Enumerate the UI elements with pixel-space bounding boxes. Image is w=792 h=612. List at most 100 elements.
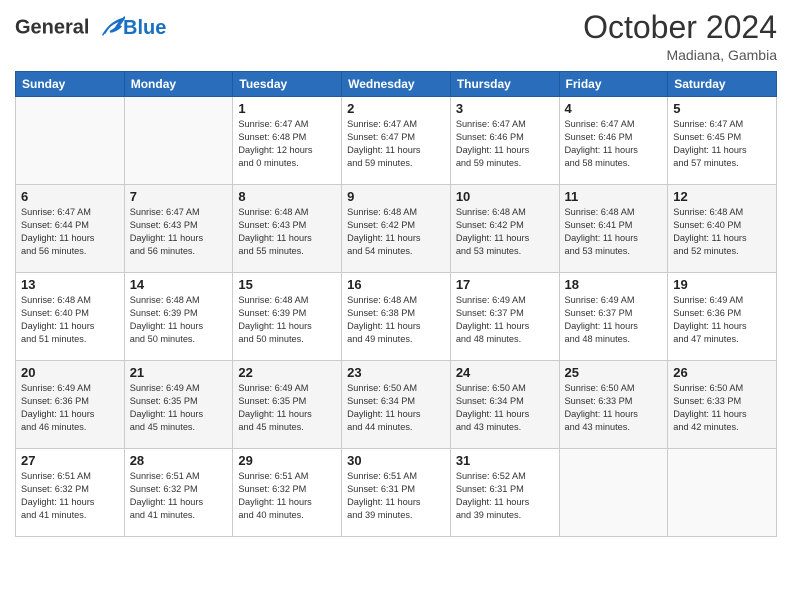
day-info: Sunrise: 6:48 AM Sunset: 6:42 PM Dayligh… — [347, 206, 445, 258]
calendar-cell: 13 Sunrise: 6:48 AM Sunset: 6:40 PM Dayli… — [16, 273, 125, 361]
day-number: 12 — [673, 189, 771, 204]
day-info: Sunrise: 6:49 AM Sunset: 6:36 PM Dayligh… — [673, 294, 771, 346]
day-info: Sunrise: 6:51 AM Sunset: 6:31 PM Dayligh… — [347, 470, 445, 522]
day-number: 17 — [456, 277, 554, 292]
calendar-cell: 5 Sunrise: 6:47 AM Sunset: 6:45 PM Daylig… — [668, 97, 777, 185]
day-header-sunday: Sunday — [16, 72, 125, 97]
calendar-cell — [559, 449, 668, 537]
day-info: Sunrise: 6:47 AM Sunset: 6:44 PM Dayligh… — [21, 206, 119, 258]
logo-bird-icon — [97, 14, 125, 42]
calendar-cell: 22Sunrise: 6:49 AM Sunset: 6:35 PM Dayli… — [233, 361, 342, 449]
day-number: 9 — [347, 189, 445, 204]
calendar-week-3: 13 Sunrise: 6:48 AM Sunset: 6:40 PM Dayli… — [16, 273, 777, 361]
calendar-cell: 8 Sunrise: 6:48 AM Sunset: 6:43 PM Daylig… — [233, 185, 342, 273]
calendar-cell: 4 Sunrise: 6:47 AM Sunset: 6:46 PM Daylig… — [559, 97, 668, 185]
day-info: Sunrise: 6:47 AM Sunset: 6:48 PM Dayligh… — [238, 118, 336, 170]
calendar-cell: 21Sunrise: 6:49 AM Sunset: 6:35 PM Dayli… — [124, 361, 233, 449]
calendar-week-2: 6 Sunrise: 6:47 AM Sunset: 6:44 PM Daylig… — [16, 185, 777, 273]
day-number: 25 — [565, 365, 663, 380]
calendar-cell: 2Sunrise: 6:47 AM Sunset: 6:47 PM Daylig… — [342, 97, 451, 185]
header: General Blue October 2024 Madiana, Gambi… — [15, 10, 777, 63]
calendar-cell: 17 Sunrise: 6:49 AM Sunset: 6:37 PM Dayli… — [450, 273, 559, 361]
month-title: October 2024 — [583, 10, 777, 45]
day-number: 14 — [130, 277, 228, 292]
day-info: Sunrise: 6:48 AM Sunset: 6:41 PM Dayligh… — [565, 206, 663, 258]
day-number: 20 — [21, 365, 119, 380]
day-info: Sunrise: 6:50 AM Sunset: 6:33 PM Dayligh… — [673, 382, 771, 434]
calendar-week-5: 27 Sunrise: 6:51 AM Sunset: 6:32 PM Dayli… — [16, 449, 777, 537]
calendar-cell: 7Sunrise: 6:47 AM Sunset: 6:43 PM Daylig… — [124, 185, 233, 273]
day-number: 27 — [21, 453, 119, 468]
calendar-cell: 24 Sunrise: 6:50 AM Sunset: 6:34 PM Dayli… — [450, 361, 559, 449]
day-number: 19 — [673, 277, 771, 292]
day-info: Sunrise: 6:50 AM Sunset: 6:33 PM Dayligh… — [565, 382, 663, 434]
logo-text-blue: Blue — [123, 17, 166, 40]
day-number: 4 — [565, 101, 663, 116]
day-number: 13 — [21, 277, 119, 292]
day-info: Sunrise: 6:47 AM Sunset: 6:46 PM Dayligh… — [456, 118, 554, 170]
calendar-cell: 9 Sunrise: 6:48 AM Sunset: 6:42 PM Daylig… — [342, 185, 451, 273]
calendar-cell: 28Sunrise: 6:51 AM Sunset: 6:32 PM Dayli… — [124, 449, 233, 537]
day-info: Sunrise: 6:47 AM Sunset: 6:45 PM Dayligh… — [673, 118, 771, 170]
day-info: Sunrise: 6:48 AM Sunset: 6:39 PM Dayligh… — [130, 294, 228, 346]
title-block: October 2024 Madiana, Gambia — [583, 10, 777, 63]
logo: General Blue — [15, 14, 166, 42]
day-info: Sunrise: 6:48 AM Sunset: 6:40 PM Dayligh… — [673, 206, 771, 258]
page: General Blue October 2024 Madiana, Gambi… — [0, 0, 792, 612]
calendar-cell: 19 Sunrise: 6:49 AM Sunset: 6:36 PM Dayli… — [668, 273, 777, 361]
day-info: Sunrise: 6:51 AM Sunset: 6:32 PM Dayligh… — [238, 470, 336, 522]
day-number: 23 — [347, 365, 445, 380]
calendar-header-row: SundayMondayTuesdayWednesdayThursdayFrid… — [16, 72, 777, 97]
calendar-cell: 3 Sunrise: 6:47 AM Sunset: 6:46 PM Daylig… — [450, 97, 559, 185]
day-info: Sunrise: 6:47 AM Sunset: 6:46 PM Dayligh… — [565, 118, 663, 170]
day-number: 5 — [673, 101, 771, 116]
day-header-friday: Friday — [559, 72, 668, 97]
calendar-cell: 16 Sunrise: 6:48 AM Sunset: 6:38 PM Dayli… — [342, 273, 451, 361]
day-number: 11 — [565, 189, 663, 204]
location-subtitle: Madiana, Gambia — [583, 47, 777, 63]
calendar-cell: 30Sunrise: 6:51 AM Sunset: 6:31 PM Dayli… — [342, 449, 451, 537]
day-number: 6 — [21, 189, 119, 204]
day-info: Sunrise: 6:47 AM Sunset: 6:43 PM Dayligh… — [130, 206, 228, 258]
day-info: Sunrise: 6:50 AM Sunset: 6:34 PM Dayligh… — [456, 382, 554, 434]
calendar-cell — [124, 97, 233, 185]
calendar-cell — [16, 97, 125, 185]
calendar-table: SundayMondayTuesdayWednesdayThursdayFrid… — [15, 71, 777, 537]
calendar-cell: 31 Sunrise: 6:52 AM Sunset: 6:31 PM Dayli… — [450, 449, 559, 537]
day-header-thursday: Thursday — [450, 72, 559, 97]
day-info: Sunrise: 6:51 AM Sunset: 6:32 PM Dayligh… — [21, 470, 119, 522]
calendar-cell: 15 Sunrise: 6:48 AM Sunset: 6:39 PM Dayli… — [233, 273, 342, 361]
day-info: Sunrise: 6:49 AM Sunset: 6:36 PM Dayligh… — [21, 382, 119, 434]
day-info: Sunrise: 6:47 AM Sunset: 6:47 PM Dayligh… — [347, 118, 445, 170]
calendar-cell: 20 Sunrise: 6:49 AM Sunset: 6:36 PM Dayli… — [16, 361, 125, 449]
calendar-cell: 25 Sunrise: 6:50 AM Sunset: 6:33 PM Dayli… — [559, 361, 668, 449]
calendar-cell — [668, 449, 777, 537]
day-info: Sunrise: 6:48 AM Sunset: 6:40 PM Dayligh… — [21, 294, 119, 346]
day-number: 31 — [456, 453, 554, 468]
day-info: Sunrise: 6:49 AM Sunset: 6:35 PM Dayligh… — [130, 382, 228, 434]
day-number: 15 — [238, 277, 336, 292]
calendar-cell: 11 Sunrise: 6:48 AM Sunset: 6:41 PM Dayli… — [559, 185, 668, 273]
day-info: Sunrise: 6:49 AM Sunset: 6:37 PM Dayligh… — [456, 294, 554, 346]
day-number: 8 — [238, 189, 336, 204]
day-number: 16 — [347, 277, 445, 292]
day-header-wednesday: Wednesday — [342, 72, 451, 97]
day-info: Sunrise: 6:52 AM Sunset: 6:31 PM Dayligh… — [456, 470, 554, 522]
calendar-cell: 12 Sunrise: 6:48 AM Sunset: 6:40 PM Dayli… — [668, 185, 777, 273]
day-number: 24 — [456, 365, 554, 380]
day-info: Sunrise: 6:48 AM Sunset: 6:43 PM Dayligh… — [238, 206, 336, 258]
day-number: 28 — [130, 453, 228, 468]
day-number: 3 — [456, 101, 554, 116]
day-header-monday: Monday — [124, 72, 233, 97]
day-info: Sunrise: 6:48 AM Sunset: 6:38 PM Dayligh… — [347, 294, 445, 346]
calendar-cell: 26Sunrise: 6:50 AM Sunset: 6:33 PM Dayli… — [668, 361, 777, 449]
logo-text-general: General — [15, 16, 89, 38]
day-info: Sunrise: 6:49 AM Sunset: 6:37 PM Dayligh… — [565, 294, 663, 346]
calendar-cell: 27 Sunrise: 6:51 AM Sunset: 6:32 PM Dayli… — [16, 449, 125, 537]
calendar-cell: 29 Sunrise: 6:51 AM Sunset: 6:32 PM Dayli… — [233, 449, 342, 537]
day-info: Sunrise: 6:48 AM Sunset: 6:39 PM Dayligh… — [238, 294, 336, 346]
day-number: 29 — [238, 453, 336, 468]
day-number: 1 — [238, 101, 336, 116]
day-number: 18 — [565, 277, 663, 292]
calendar-cell: 10Sunrise: 6:48 AM Sunset: 6:42 PM Dayli… — [450, 185, 559, 273]
